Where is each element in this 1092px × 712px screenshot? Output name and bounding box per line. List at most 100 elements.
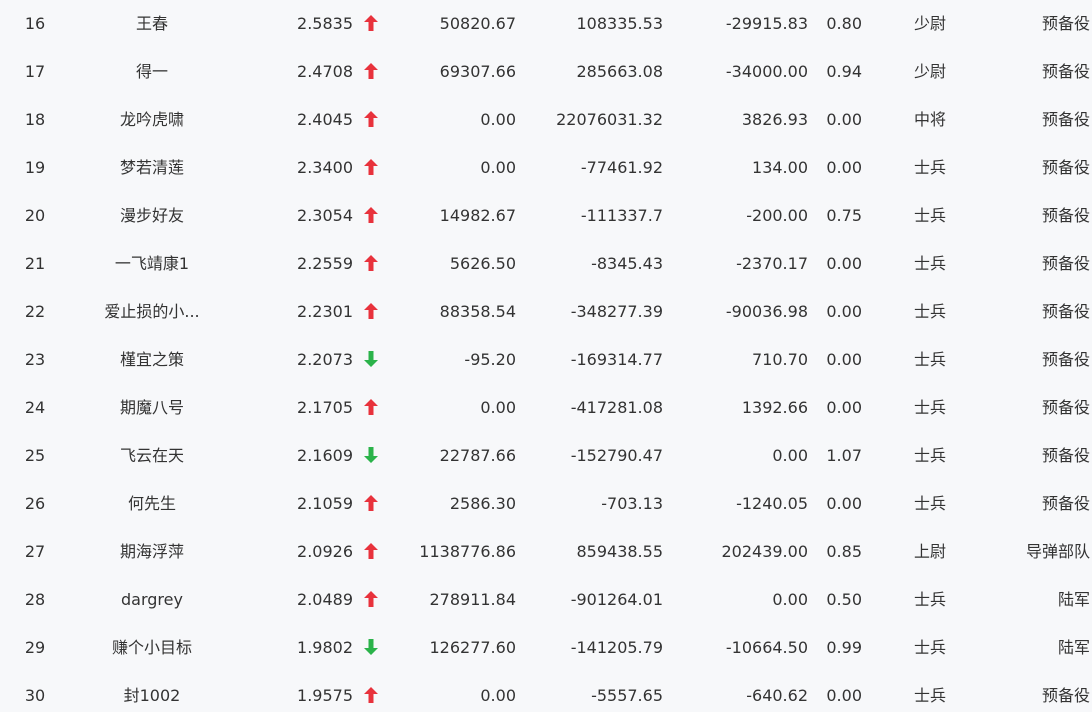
value-1-cell: 1138776.86	[419, 542, 516, 561]
value-4-cell: 0.00	[826, 110, 862, 129]
username-cell[interactable]: 王春	[82, 0, 222, 48]
value-2-cell: 285663.08	[576, 62, 663, 81]
corps-cell: 预备役	[1041, 110, 1090, 129]
value-1-cell: 22787.66	[439, 446, 516, 465]
value-1-cell: 14982.67	[439, 206, 516, 225]
score-cell: 2.3400	[297, 158, 353, 177]
value-1-cell: -95.20	[464, 350, 516, 369]
score-cell: 2.4045	[297, 110, 353, 129]
username-cell[interactable]: 期魔八号	[82, 384, 222, 432]
arrow-up-icon	[362, 288, 380, 336]
table-row[interactable]: 25 飞云在天 2.1609 22787.66 -152790.47 0.00 1.07 士兵…	[0, 432, 1092, 480]
table-row[interactable]: 23 槿宜之策 2.2073 -95.20 -169314.77 710.70 0.00 士兵…	[0, 336, 1092, 384]
arrow-down-icon	[362, 432, 380, 480]
table-row[interactable]: 16 王春 2.5835 50820.67 108335.53 -29915.83 0.80…	[0, 0, 1092, 48]
table-row[interactable]: 22 爱止损的小... 2.2301 88358.54 -348277.39 -90036…	[0, 288, 1092, 336]
username-cell[interactable]: 一飞靖康1	[82, 240, 222, 288]
corps-cell: 导弹部队	[1025, 542, 1090, 561]
username-cell[interactable]: 龙吟虎啸	[82, 96, 222, 144]
rank-cell: 29	[24, 638, 46, 657]
rank-cell: 28	[24, 590, 46, 609]
value-3-cell: 202439.00	[721, 542, 808, 561]
corps-cell: 陆军	[1057, 590, 1090, 609]
table-row[interactable]: 17 得一 2.4708 69307.66 285663.08 -34000.00 0.94…	[0, 48, 1092, 96]
value-2-cell: -5557.65	[591, 686, 663, 705]
corps-cell: 预备役	[1041, 302, 1090, 321]
arrow-up-icon	[362, 576, 380, 624]
username-cell[interactable]: 得一	[82, 48, 222, 96]
value-3-cell: -1240.05	[736, 494, 808, 513]
score-cell: 2.0489	[297, 590, 353, 609]
military-rank-cell: 士兵	[913, 254, 946, 273]
username-cell[interactable]: 漫步好友	[82, 192, 222, 240]
value-4-cell: 0.50	[826, 590, 862, 609]
table-row[interactable]: 27 期海浮萍 2.0926 1138776.86 859438.55 202439.00…	[0, 528, 1092, 576]
value-2-cell: -141205.79	[570, 638, 663, 657]
value-3-cell: -2370.17	[736, 254, 808, 273]
military-rank-cell: 士兵	[913, 590, 946, 609]
table-row[interactable]: 28 dargrey 2.0489 278911.84 -901264.01 0.00 0.…	[0, 576, 1092, 624]
value-1-cell: 69307.66	[439, 62, 516, 81]
table-row[interactable]: 30 封1002 1.9575 0.00 -5557.65 -640.62 0.00 士兵 预备…	[0, 672, 1092, 712]
table-row[interactable]: 24 期魔八号 2.1705 0.00 -417281.08 1392.66 0.00 士兵 预…	[0, 384, 1092, 432]
value-2-cell: 859438.55	[576, 542, 663, 561]
value-4-cell: 0.00	[826, 254, 862, 273]
table-row[interactable]: 18 龙吟虎啸 2.4045 0.00 22076031.32 3826.93 0.00 中将…	[0, 96, 1092, 144]
score-cell: 2.2073	[297, 350, 353, 369]
arrow-up-icon	[362, 96, 380, 144]
value-3-cell: -200.00	[746, 206, 808, 225]
military-rank-cell: 士兵	[913, 686, 946, 705]
value-3-cell: 710.70	[752, 350, 808, 369]
military-rank-cell: 士兵	[913, 206, 946, 225]
table-row[interactable]: 26 何先生 2.1059 2586.30 -703.13 -1240.05 0.00 士兵 预…	[0, 480, 1092, 528]
value-2-cell: -348277.39	[570, 302, 663, 321]
value-4-cell: 0.00	[826, 686, 862, 705]
arrow-down-icon	[362, 624, 380, 672]
arrow-up-icon	[362, 48, 380, 96]
corps-cell: 预备役	[1041, 254, 1090, 273]
corps-cell: 预备役	[1041, 158, 1090, 177]
table-row[interactable]: 19 梦若清莲 2.3400 0.00 -77461.92 134.00 0.00 士兵 预备役	[0, 144, 1092, 192]
username-cell[interactable]: 何先生	[82, 480, 222, 528]
value-1-cell: 0.00	[480, 398, 516, 417]
score-cell: 2.3054	[297, 206, 353, 225]
ranking-table: 16 王春 2.5835 50820.67 108335.53 -29915.83 0.80…	[0, 0, 1092, 712]
value-1-cell: 126277.60	[429, 638, 516, 657]
score-cell: 2.4708	[297, 62, 353, 81]
arrow-up-icon	[362, 192, 380, 240]
value-4-cell: 0.00	[826, 398, 862, 417]
table-row[interactable]: 20 漫步好友 2.3054 14982.67 -111337.7 -200.00 0.75…	[0, 192, 1092, 240]
military-rank-cell: 少尉	[913, 14, 946, 33]
score-cell: 2.1059	[297, 494, 353, 513]
corps-cell: 预备役	[1041, 494, 1090, 513]
table-row[interactable]: 29 赚个小目标 1.9802 126277.60 -141205.79 -10664.5…	[0, 624, 1092, 672]
username-cell[interactable]: 爱止损的小...	[82, 288, 222, 336]
table-row[interactable]: 21 一飞靖康1 2.2559 5626.50 -8345.43 -2370.17 0.00…	[0, 240, 1092, 288]
username-cell[interactable]: 赚个小目标	[82, 624, 222, 672]
value-2-cell: 22076031.32	[556, 110, 663, 129]
value-1-cell: 88358.54	[439, 302, 516, 321]
username-cell[interactable]: 飞云在天	[82, 432, 222, 480]
value-3-cell: -640.62	[746, 686, 808, 705]
rank-cell: 30	[24, 686, 46, 705]
value-3-cell: -29915.83	[725, 14, 808, 33]
value-4-cell: 0.00	[826, 302, 862, 321]
value-3-cell: 3826.93	[741, 110, 808, 129]
rank-cell: 23	[24, 350, 46, 369]
value-1-cell: 0.00	[480, 686, 516, 705]
username-cell[interactable]: 槿宜之策	[82, 336, 222, 384]
username-cell[interactable]: 梦若清莲	[82, 144, 222, 192]
arrow-up-icon	[362, 0, 380, 48]
value-3-cell: -34000.00	[725, 62, 808, 81]
rank-cell: 17	[24, 62, 46, 81]
username-cell[interactable]: 封1002	[82, 672, 222, 712]
score-cell: 1.9575	[297, 686, 353, 705]
username-cell[interactable]: 期海浮萍	[82, 528, 222, 576]
score-cell: 2.1609	[297, 446, 353, 465]
value-1-cell: 0.00	[480, 158, 516, 177]
corps-cell: 陆军	[1057, 638, 1090, 657]
score-cell: 2.0926	[297, 542, 353, 561]
military-rank-cell: 士兵	[913, 158, 946, 177]
military-rank-cell: 士兵	[913, 446, 946, 465]
username-cell[interactable]: dargrey	[82, 576, 222, 624]
